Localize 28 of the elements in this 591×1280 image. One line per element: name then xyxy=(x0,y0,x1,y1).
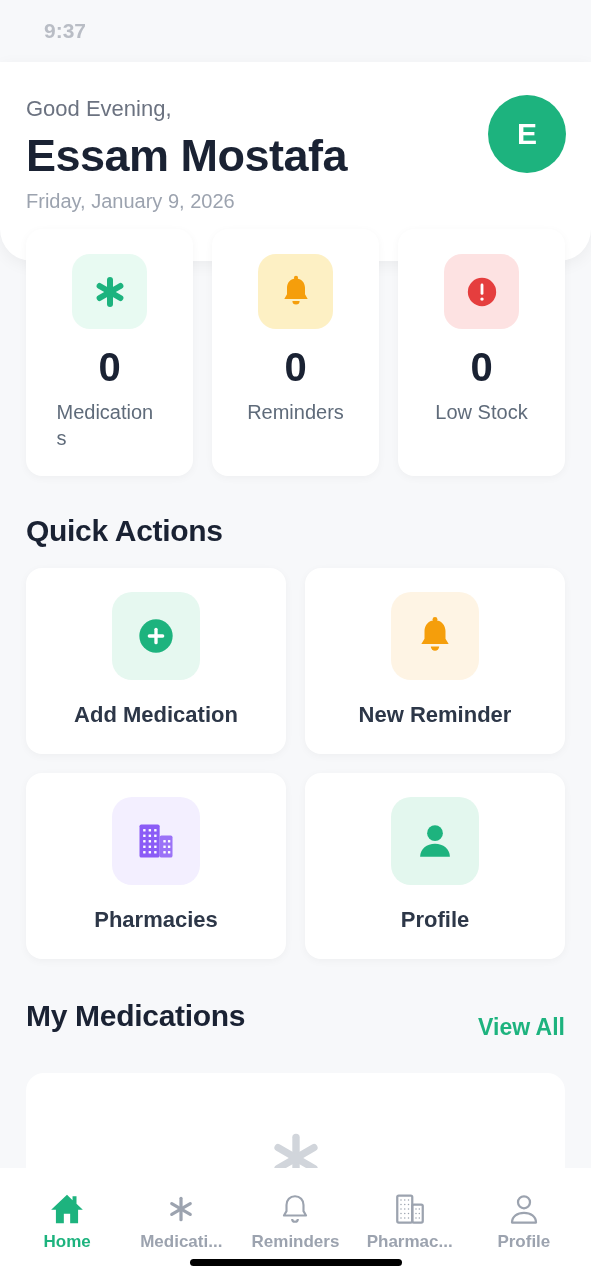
tab-button[interactable]: Medicati... xyxy=(126,1190,237,1256)
action-label: Profile xyxy=(400,907,470,933)
stat-label: Medications xyxy=(56,400,155,451)
stat-label: Reminders xyxy=(246,400,345,425)
action-label: New Reminder xyxy=(358,702,512,728)
tab-button[interactable]: Home xyxy=(12,1190,123,1256)
section-title: Quick Actions xyxy=(25,513,224,549)
tab-button[interactable]: Profile xyxy=(468,1190,579,1256)
quick-action-button[interactable]: Pharmacies xyxy=(26,773,286,959)
quick-action-button[interactable]: New Reminder xyxy=(305,568,565,754)
plus-circle-icon xyxy=(136,616,176,656)
tab-button[interactable]: Pharmac... xyxy=(354,1190,465,1256)
greeting-text: Good Evening, xyxy=(26,96,173,122)
stat-value: 0 xyxy=(470,345,493,389)
quick-action-button[interactable]: Add Medication xyxy=(26,568,286,754)
stat-value: 0 xyxy=(98,345,121,389)
section-title: My Medications xyxy=(26,999,246,1033)
view-all-link[interactable]: View All xyxy=(478,1014,565,1041)
stat-value: 0 xyxy=(284,345,307,389)
avatar[interactable]: E xyxy=(488,95,566,173)
action-label: Add Medication xyxy=(74,702,238,728)
stat-label: Low Stock xyxy=(434,400,529,425)
action-label: Pharmacies xyxy=(94,907,218,933)
user-name: Essam Mostafa xyxy=(26,130,348,182)
status-time: 9:37 xyxy=(44,19,87,43)
tab-button[interactable]: Reminders xyxy=(240,1190,351,1256)
date-text: Friday, January 9, 2026 xyxy=(26,190,236,213)
quick-action-button[interactable]: Profile xyxy=(305,773,565,959)
